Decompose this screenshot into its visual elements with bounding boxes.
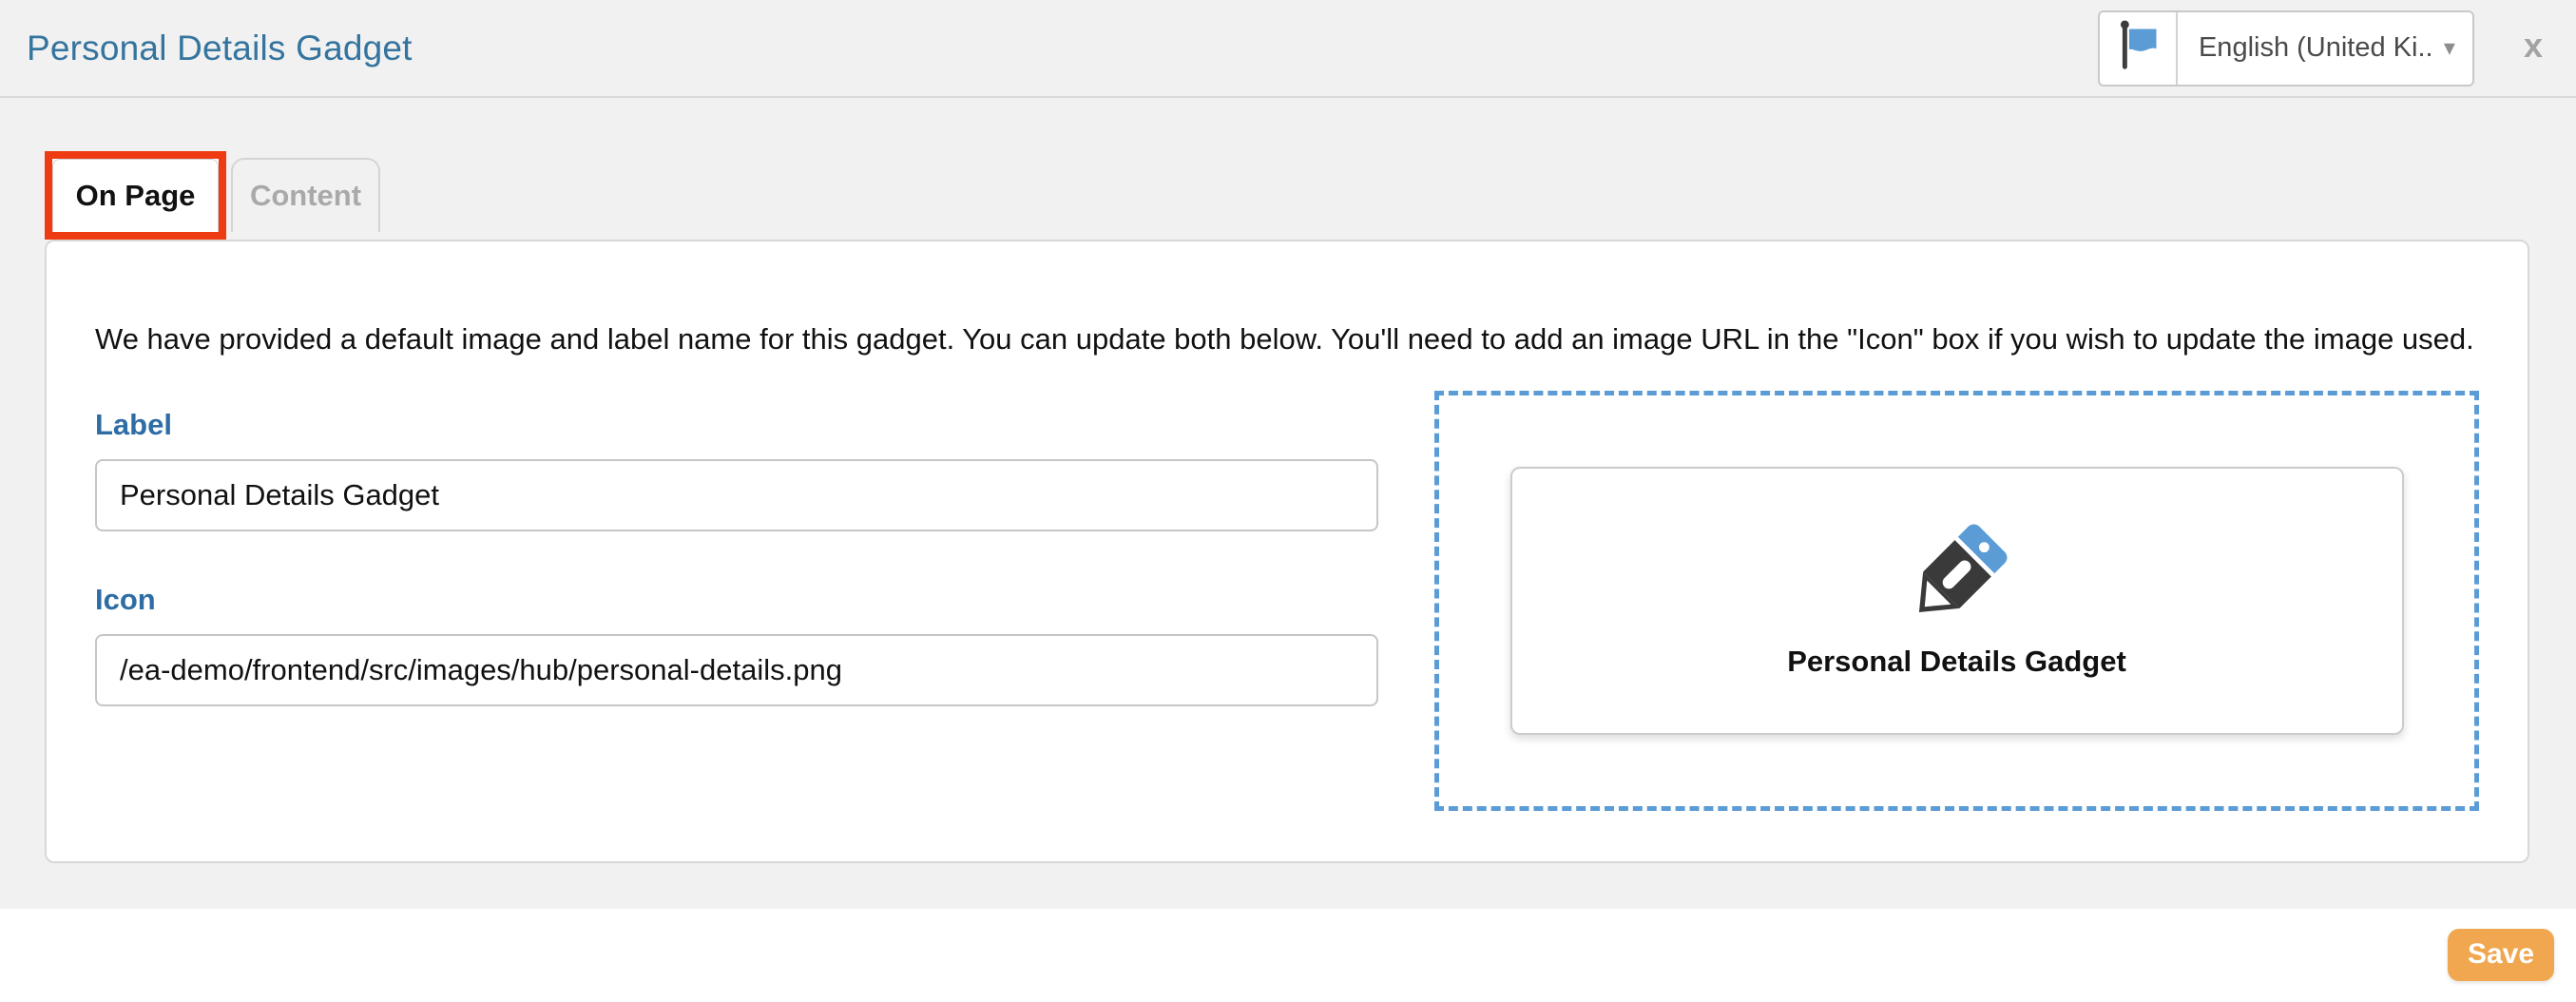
close-icon[interactable]: x — [2524, 29, 2543, 68]
icon-field-label: Icon — [95, 583, 1378, 617]
instruction-text: We have provided a default image and lab… — [95, 321, 2480, 358]
caret-down-icon: ▾ — [2444, 34, 2455, 62]
settings-panel: We have provided a default image and lab… — [45, 240, 2529, 863]
label-input[interactable] — [95, 459, 1378, 531]
icon-input[interactable] — [95, 634, 1378, 706]
language-value-cell: English (United Ki... ▾ — [2178, 12, 2472, 85]
gadget-preview-card: Personal Details Gadget — [1510, 467, 2404, 735]
tab-content[interactable]: Content — [231, 158, 380, 232]
language-selected-value: English (United Ki... — [2199, 32, 2431, 64]
flag-cell — [2100, 12, 2178, 85]
preview-card-label: Personal Details Gadget — [1787, 645, 2126, 679]
annotation-highlight: On Page — [45, 151, 226, 240]
modal-header: Personal Details Gadget English (United … — [0, 0, 2576, 98]
modal-body: On Page Content We have provided a defau… — [0, 98, 2576, 909]
pencil-icon — [1901, 518, 2013, 635]
label-field-label: Label — [95, 408, 1378, 442]
gadget-preview-dropzone: Personal Details Gadget — [1434, 391, 2479, 811]
fields-column: Label Icon — [95, 408, 1378, 706]
header-right: English (United Ki... ▾ x — [2098, 10, 2543, 87]
save-button[interactable]: Save — [2448, 929, 2554, 981]
tabs-row: On Page Content — [0, 98, 2576, 240]
flag-icon — [2113, 18, 2163, 78]
modal-footer: Save — [0, 909, 2576, 1000]
page-title: Personal Details Gadget — [27, 29, 413, 68]
tab-on-page[interactable]: On Page — [52, 159, 219, 232]
language-selector[interactable]: English (United Ki... ▾ — [2098, 10, 2474, 87]
